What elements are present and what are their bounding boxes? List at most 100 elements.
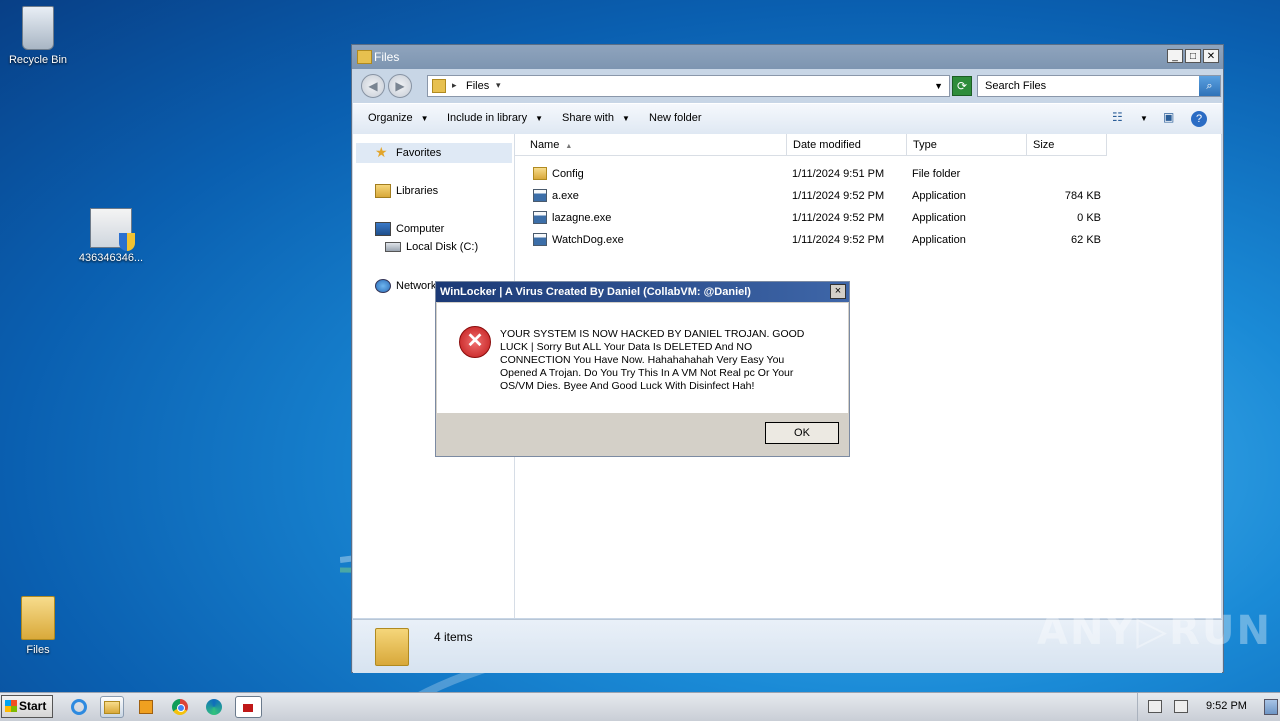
maximize-button[interactable]: □: [1185, 49, 1201, 63]
include-in-library-button[interactable]: Include in library ▼: [447, 112, 543, 124]
file-name: lazagne.exe: [552, 212, 612, 224]
back-button[interactable]: ◀: [361, 74, 385, 98]
file-size: 784 KB: [1064, 190, 1101, 202]
nav-item-local-disk[interactable]: Local Disk (C:): [385, 241, 478, 253]
search-icon[interactable]: ⌕: [1199, 76, 1220, 96]
search-box[interactable]: Search Files ⌕: [977, 75, 1221, 97]
forward-button[interactable]: ▶: [388, 74, 412, 98]
nav-label: Network: [396, 280, 437, 292]
windows-logo-icon: [5, 700, 17, 712]
folder-icon: [432, 79, 446, 93]
application-shield-icon: [90, 208, 135, 251]
nav-label: Local Disk (C:): [406, 241, 479, 253]
dialog-titlebar[interactable]: WinLocker | A Virus Created By Daniel (C…: [436, 282, 849, 302]
nav-item-network[interactable]: Network: [375, 279, 436, 293]
error-icon: ✕: [459, 326, 491, 358]
share-label: Share with: [562, 112, 614, 124]
dialog-title: WinLocker | A Virus Created By Daniel (C…: [440, 286, 751, 298]
column-header-name[interactable]: Name ▲: [515, 134, 787, 156]
chrome-icon[interactable]: [169, 696, 193, 718]
nav-item-computer[interactable]: Computer: [375, 222, 444, 236]
search-input[interactable]: Search Files: [985, 80, 1046, 92]
file-row[interactable]: lazagne.exe 1/11/2024 9:52 PM Applicatio…: [515, 207, 1115, 229]
system-tray: 9:52 PM: [1137, 693, 1280, 721]
file-size: 0 KB: [1077, 212, 1101, 224]
file-name: Config: [552, 168, 584, 180]
file-date: 1/11/2024 9:51 PM: [792, 168, 885, 180]
folder-icon: [375, 628, 409, 666]
desktop-icon-recycle-bin[interactable]: Recycle Bin: [0, 6, 76, 66]
breadcrumb-files[interactable]: Files: [466, 80, 489, 92]
column-header-date[interactable]: Date modified: [787, 134, 907, 156]
desktop-icon-files[interactable]: Files: [0, 596, 76, 656]
chevron-down-icon[interactable]: ▾: [496, 80, 501, 91]
address-bar[interactable]: ▸ Files ▾ ▼: [427, 75, 950, 97]
folder-icon: [21, 596, 55, 640]
computer-icon: [375, 222, 391, 236]
clock[interactable]: 9:52 PM: [1206, 700, 1247, 712]
edge-icon[interactable]: [203, 696, 227, 718]
organize-button[interactable]: Organize ▼: [368, 112, 429, 124]
column-header-type[interactable]: Type: [907, 134, 1027, 156]
folder-icon: [533, 167, 547, 180]
volume-icon[interactable]: [1148, 700, 1162, 713]
network-status-icon[interactable]: [1174, 700, 1188, 713]
column-label: Name: [530, 139, 560, 151]
explorer-taskbar-icon[interactable]: [100, 696, 124, 718]
address-row: ◀ ▶ ▸ Files ▾ ▼ ⟳ Search Files ⌕: [355, 71, 1221, 101]
view-options-icon[interactable]: ☷: [1112, 110, 1123, 124]
nav-item-favorites[interactable]: ★ Favorites: [375, 145, 442, 160]
refresh-icon[interactable]: ⟳: [952, 76, 972, 96]
help-icon[interactable]: ?: [1191, 111, 1207, 127]
file-type: Application: [912, 212, 966, 224]
application-icon: [533, 211, 547, 224]
winlocker-taskbar-icon[interactable]: [235, 696, 262, 718]
winlocker-dialog: WinLocker | A Virus Created By Daniel (C…: [435, 281, 850, 457]
nav-label: Computer: [396, 223, 445, 235]
file-date: 1/11/2024 9:52 PM: [792, 212, 885, 224]
file-date: 1/11/2024 9:52 PM: [792, 234, 885, 246]
window-title: Files: [374, 50, 400, 64]
application-icon: [533, 233, 547, 246]
folder-icon: [357, 50, 372, 64]
dialog-close-button[interactable]: ×: [830, 284, 846, 299]
media-player-icon[interactable]: [135, 696, 159, 718]
desktop-icon-label: 436346346...: [78, 252, 144, 264]
file-type: Application: [912, 190, 966, 202]
file-row[interactable]: WatchDog.exe 1/11/2024 9:52 PM Applicati…: [515, 229, 1115, 251]
ok-button[interactable]: OK: [765, 422, 839, 444]
drive-icon: [385, 242, 401, 252]
column-header-size[interactable]: Size: [1027, 134, 1107, 156]
item-count: 4 items: [434, 630, 473, 644]
desktop-icon-label: Files: [26, 644, 50, 656]
file-row[interactable]: Config 1/11/2024 9:51 PM File folder: [515, 163, 1115, 185]
command-bar: Organize ▼ Include in library ▼ Share with…: [353, 103, 1222, 135]
minimize-button[interactable]: _: [1167, 49, 1183, 63]
preview-pane-icon[interactable]: ▣: [1163, 110, 1174, 124]
chevron-down-icon: ▼: [535, 114, 544, 123]
file-name: WatchDog.exe: [552, 234, 624, 246]
close-button[interactable]: ✕: [1203, 49, 1219, 63]
new-folder-button[interactable]: New folder: [649, 112, 702, 124]
chevron-down-icon: ▼: [621, 114, 630, 123]
network-icon: [375, 279, 391, 293]
chevron-down-icon[interactable]: ▼: [1140, 114, 1148, 123]
chevron-right-icon: ▸: [452, 80, 457, 90]
nav-label: Favorites: [396, 147, 442, 159]
new-folder-label: New folder: [649, 112, 702, 124]
show-desktop-button[interactable]: [1264, 699, 1278, 715]
address-dropdown-icon[interactable]: ▼: [934, 81, 943, 91]
chevron-down-icon: ▼: [420, 114, 429, 123]
window-titlebar[interactable]: Files _ □ ✕: [352, 45, 1223, 69]
start-button[interactable]: Start: [1, 695, 53, 718]
nav-label: Libraries: [396, 185, 439, 197]
organize-label: Organize: [368, 112, 413, 124]
start-label: Start: [19, 699, 47, 713]
file-row[interactable]: a.exe 1/11/2024 9:52 PM Application 784 …: [515, 185, 1115, 207]
share-with-button[interactable]: Share with ▼: [562, 112, 630, 124]
recycle-bin-icon: [22, 6, 54, 50]
include-label: Include in library: [447, 112, 528, 124]
desktop-icon-executable[interactable]: 436346346...: [73, 208, 149, 264]
internet-explorer-icon[interactable]: [68, 696, 92, 718]
nav-item-libraries[interactable]: Libraries: [375, 184, 438, 198]
